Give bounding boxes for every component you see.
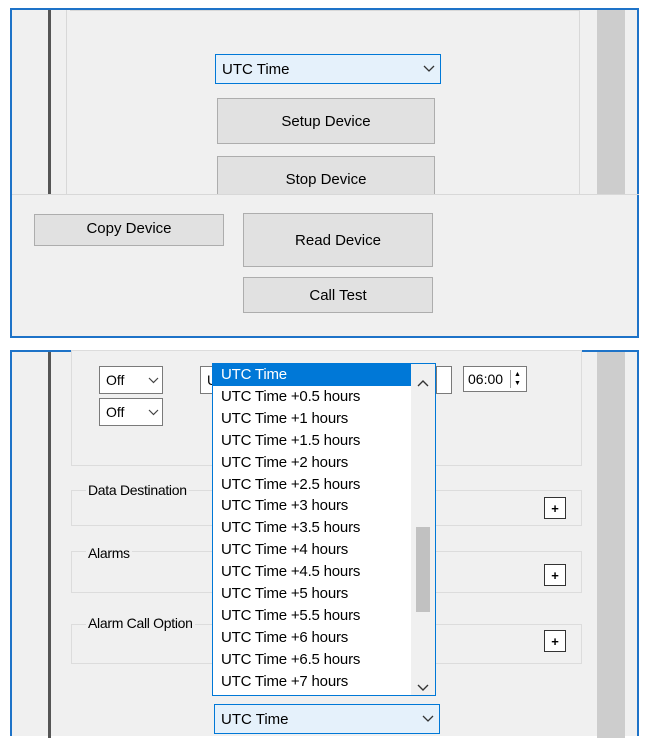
setup-device-button[interactable]: Setup Device — [217, 98, 435, 144]
data-destination-label: Data Destination — [86, 482, 189, 498]
timezone-combo-value: UTC Time — [222, 60, 290, 78]
plus-icon: + — [551, 633, 559, 649]
chevron-down-icon — [144, 377, 162, 384]
alarm-call-options-label: Alarm Call Option — [86, 615, 195, 631]
dropdown-item[interactable]: UTC Time +6 hours — [213, 627, 411, 649]
spin-buttons[interactable]: ▲ ▼ — [510, 370, 524, 388]
call-test-label: Call Test — [309, 286, 367, 304]
left-frame-line — [48, 352, 51, 738]
groupbox-right-edge — [579, 10, 580, 194]
dropdown-item[interactable]: UTC Time +0.5 hours — [213, 386, 411, 408]
plus-icon: + — [551, 567, 559, 583]
dropdown-item[interactable]: UTC Time +6.5 hours — [213, 649, 411, 671]
alarms-label: Alarms — [86, 545, 132, 561]
dropdown-item[interactable]: UTC Time — [213, 364, 411, 386]
off-combo-2-value: Off — [106, 404, 125, 420]
dropdown-item[interactable]: UTC Time +7 hours — [213, 671, 411, 693]
dropdown-item[interactable]: UTC Time +4.5 hours — [213, 561, 411, 583]
dropdown-item[interactable]: UTC Time +3.5 hours — [213, 517, 411, 539]
data-destination-expand-button[interactable]: + — [544, 497, 566, 519]
dropdown-item[interactable]: UTC Time +2.5 hours — [213, 474, 411, 496]
call-test-button[interactable]: Call Test — [243, 277, 433, 313]
dropdown-item[interactable]: UTC Time +1.5 hours — [213, 430, 411, 452]
read-device-label: Read Device — [295, 231, 381, 249]
spin-down-icon[interactable]: ▼ — [514, 379, 521, 388]
scroll-down-arrow-icon[interactable] — [417, 679, 429, 695]
dropdown-scroll-thumb[interactable] — [416, 527, 430, 612]
dropdown-item[interactable]: UTC Time +4 hours — [213, 539, 411, 561]
left-frame-line — [48, 10, 51, 194]
copy-device-button[interactable]: Copy Device — [34, 214, 224, 246]
hidden-combo-edge — [436, 366, 452, 394]
stop-device-button[interactable]: Stop Device — [217, 156, 435, 194]
chevron-down-icon — [417, 705, 439, 733]
dropdown-item[interactable]: UTC Time +1 hours — [213, 408, 411, 430]
dropdown-scrollbar[interactable] — [411, 364, 435, 695]
setup-device-label: Setup Device — [281, 112, 371, 130]
chevron-down-icon — [144, 409, 162, 416]
time-spinner[interactable]: 06:00 ▲ ▼ — [463, 366, 527, 392]
off-combo-1-value: Off — [106, 372, 125, 388]
dropdown-item[interactable]: UTC Time +3 hours — [213, 495, 411, 517]
top-panel: UTC Time Setup Device Stop Device Copy D… — [10, 8, 639, 338]
bottom-timezone-combo-value: UTC Time — [221, 710, 289, 728]
read-device-button[interactable]: Read Device — [243, 213, 433, 267]
scroll-up-arrow-icon[interactable] — [417, 374, 429, 391]
stop-device-label: Stop Device — [285, 171, 367, 188]
dropdown-item[interactable]: UTC Time +5.5 hours — [213, 605, 411, 627]
alarms-expand-button[interactable]: + — [544, 564, 566, 586]
chevron-down-icon — [418, 55, 440, 83]
bottom-timezone-combo[interactable]: UTC Time — [214, 704, 440, 734]
alarm-call-options-expand-button[interactable]: + — [544, 630, 566, 652]
dropdown-item[interactable]: UTC Time +2 hours — [213, 452, 411, 474]
dropdown-item[interactable]: UTC Time +5 hours — [213, 583, 411, 605]
spin-up-icon[interactable]: ▲ — [514, 370, 521, 379]
panel-divider — [12, 194, 639, 195]
off-combo-1[interactable]: Off — [99, 366, 163, 394]
groupbox-left-edge — [66, 10, 67, 194]
plus-icon: + — [551, 500, 559, 516]
groupbox-top-edge — [70, 10, 580, 11]
vertical-scrollbar[interactable] — [597, 352, 625, 738]
time-spinner-value: 06:00 — [468, 371, 504, 387]
copy-device-label: Copy Device — [86, 220, 172, 237]
dropdown-item[interactable]: UTC Time +7.5 hours — [213, 693, 411, 696]
timezone-dropdown-list[interactable]: UTC Time UTC Time +0.5 hours UTC Time +1 h… — [212, 363, 436, 696]
vertical-scrollbar[interactable] — [597, 10, 625, 194]
off-combo-2[interactable]: Off — [99, 398, 163, 426]
timezone-combo[interactable]: UTC Time — [215, 54, 441, 84]
